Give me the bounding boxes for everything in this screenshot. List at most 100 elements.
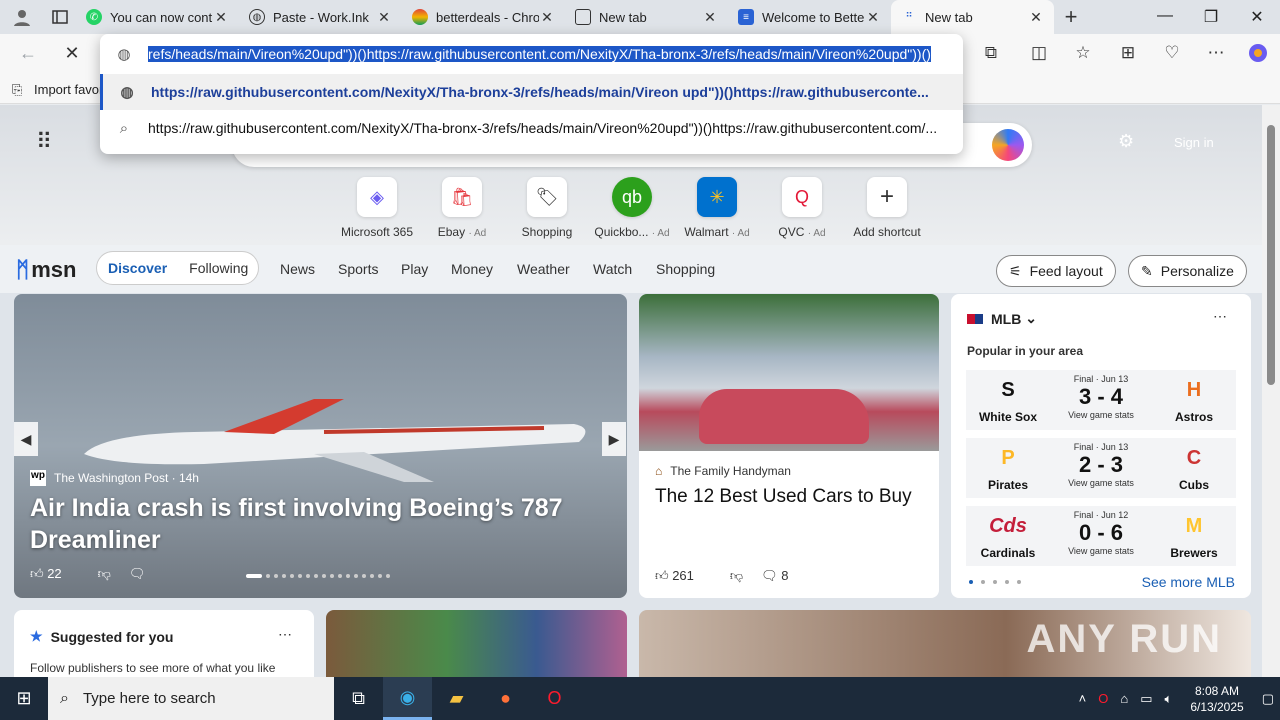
close-icon[interactable]: ✕ [702,9,718,26]
copilot-icon[interactable] [992,129,1024,161]
comment-icon[interactable]: 🗨 [129,566,146,582]
see-more-mlb-link[interactable]: See more MLB [967,574,1235,590]
article-title[interactable]: Air India crash is first involving Boein… [30,492,590,556]
close-icon[interactable]: ✕ [1028,9,1044,26]
like-button[interactable]: 👍︎ 261 [655,568,712,584]
back-arrow-icon[interactable]: ← [16,43,40,67]
taskbar-search-box[interactable]: ⌕ Type here to search [48,677,334,720]
tab-4[interactable]: ≡ Welcome to Better ✕ [728,0,891,34]
pirates-logo-icon: P [1001,446,1015,469]
comment-button[interactable]: 🗨 8 [761,568,806,584]
clock[interactable]: 8:08 AM 6/13/2025 [1190,683,1243,715]
wifi-icon[interactable]: ▭ [1140,691,1152,707]
more-options-icon[interactable]: ⋯ [1213,308,1227,325]
minimize-icon[interactable]: — [1142,7,1188,27]
app-launcher-icon[interactable]: ⠿ [36,129,52,155]
more-options-icon[interactable]: ⋯ [278,626,292,643]
task-view-icon[interactable]: ⧉ [334,677,383,720]
shortcut-quickbooks[interactable]: qb Quickbo... · Ad [587,177,677,239]
new-tab-button[interactable]: + [1054,4,1088,30]
firefox-icon[interactable]: ● [481,677,530,720]
close-icon[interactable]: ✕ [865,9,881,26]
carousel-indicator [246,574,394,578]
msn-logo[interactable]: ᛗ msn [16,257,76,283]
scrollbar-thumb[interactable] [1267,125,1275,385]
close-icon[interactable]: ✕ [539,9,555,26]
dislike-icon[interactable]: 👎︎ [730,568,743,584]
suggestion-item[interactable]: ⌕ https://raw.githubusercontent.com/Nexi… [100,110,963,146]
team-home: Cds Cardinals [966,506,1050,566]
tab-following[interactable]: Following [178,260,259,276]
hero-article-card[interactable]: ◀ ▶ wp The Washington Post · 14h Air Ind… [14,294,627,598]
suggestion-item[interactable]: ◍ https://raw.githubusercontent.com/Nexi… [100,74,963,110]
profile-icon[interactable] [0,0,44,34]
tab-0[interactable]: ✆ You can now conti ✕ [76,0,239,34]
nav-money[interactable]: Money [451,261,493,277]
personalize-button[interactable]: ✎ Personalize [1128,255,1247,287]
shortcut-microsoft365[interactable]: ◈ Microsoft 365 [332,177,422,239]
add-shortcut-button[interactable]: + Add shortcut [842,177,932,239]
close-icon[interactable]: ✕ [213,9,229,26]
game-promo-card[interactable] [326,610,627,677]
gear-icon[interactable]: ⚙ [1118,131,1134,152]
tab-actions-icon[interactable] [44,0,76,34]
dislike-icon[interactable]: 👎︎ [98,566,111,582]
close-icon[interactable]: ✕ [376,9,392,26]
favorites-star-icon[interactable]: ☆ [1071,43,1095,67]
page-scrollbar[interactable] [1262,105,1280,677]
nav-watch[interactable]: Watch [593,261,632,277]
article-card[interactable]: ⌂ The Family Handyman The 12 Best Used C… [639,294,939,598]
carousel-next-button[interactable]: ▶ [602,422,626,456]
game-row[interactable]: P Pirates Final · Jun 13 2 - 3 View game… [966,438,1236,498]
address-input-row[interactable]: ◍ refs/heads/main/Vireon%20upd"))()https… [100,36,963,72]
view-game-stats-link[interactable]: View game stats [1056,410,1146,420]
split-screen-icon[interactable]: ◫ [1027,43,1051,67]
tab-discover[interactable]: Discover [97,260,178,276]
browser-essentials-icon[interactable]: ♡ [1160,43,1184,67]
article-title[interactable]: The 12 Best Used Cars to Buy [655,486,925,508]
shortcut-walmart[interactable]: ✳ Walmart · Ad [672,177,762,239]
game-row[interactable]: S White Sox Final · Jun 13 3 - 4 View ga… [966,370,1236,430]
league-selector[interactable]: MLB ⌄ [967,310,1037,327]
nav-play[interactable]: Play [401,261,428,277]
ad-label: · Ad [807,228,826,239]
chevron-up-icon[interactable]: ˄ [1079,691,1087,706]
address-input[interactable]: refs/heads/main/Vireon%20upd"))()https:/… [148,46,931,62]
tab-title: New tab [925,9,973,25]
shortcut-shopping[interactable]: 🏷 Shopping [502,177,592,239]
collections-icon[interactable]: ⊞ [1116,43,1140,67]
opera-icon[interactable]: O [530,677,579,720]
game-row[interactable]: Cds Cardinals Final · Jun 12 0 - 6 View … [966,506,1236,566]
nav-weather[interactable]: Weather [517,261,570,277]
restore-icon[interactable]: ❐ [1188,7,1234,27]
tab-5[interactable]: ⠛ New tab ✕ [891,0,1054,34]
nav-news[interactable]: News [280,261,315,277]
nav-shopping[interactable]: Shopping [656,261,715,277]
stop-loading-icon[interactable]: ✕ [60,43,84,67]
copilot-icon[interactable] [1246,43,1270,67]
nav-sports[interactable]: Sports [338,261,378,277]
edge-taskbar-icon[interactable]: ◉ [383,677,432,720]
more-menu-icon[interactable]: ⋯ [1204,43,1228,67]
network-icon[interactable]: ⌂ [1120,691,1128,706]
volume-icon[interactable]: 🔈︎ [1165,691,1173,707]
notification-icon[interactable]: ▢ [1262,691,1274,707]
import-favorites-link[interactable]: Import favor [34,82,103,97]
windows-start-icon[interactable]: ⊞ [0,688,48,709]
shortcut-qvc[interactable]: Q QVC · Ad [757,177,847,239]
shortcut-ebay[interactable]: 🛍 Ebay · Ad [417,177,507,239]
view-game-stats-link[interactable]: View game stats [1056,478,1146,488]
like-button[interactable]: 👍︎ 22 [30,566,80,582]
tab-1[interactable]: ◍ Paste - Work.Ink ✕ [239,0,402,34]
file-explorer-icon[interactable]: ▰ [432,677,481,720]
carousel-prev-button[interactable]: ◀ [14,422,38,456]
view-game-stats-link[interactable]: View game stats [1056,546,1146,556]
feed-layout-button[interactable]: ⚟ Feed layout [996,255,1116,287]
suggested-title: ★ Suggested for you [30,628,174,645]
tab-2[interactable]: betterdeals - Chro ✕ [402,0,565,34]
extensions-icon[interactable]: ⧉ [979,43,1003,67]
sign-in-link[interactable]: Sign in [1174,135,1214,150]
opera-tray-icon[interactable]: O [1098,691,1108,706]
tab-3[interactable]: New tab ✕ [565,0,728,34]
close-window-icon[interactable]: ✕ [1234,7,1280,27]
